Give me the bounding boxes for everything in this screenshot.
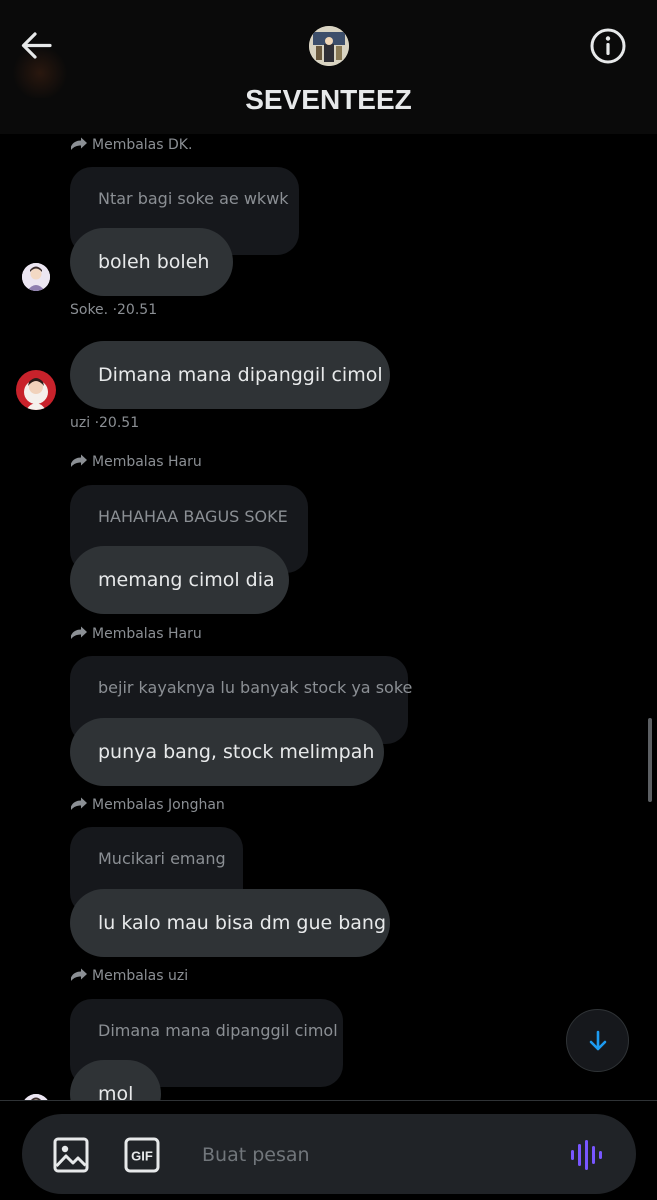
reply-arrow-icon bbox=[71, 454, 87, 467]
sender-avatar-soke[interactable] bbox=[22, 263, 50, 291]
message-meta: Soke. ·20.51 bbox=[70, 302, 157, 318]
reply-indicator: Membalas Jonghan bbox=[70, 797, 225, 813]
quoted-message-text: HAHAHAA BAGUS SOKE bbox=[98, 507, 288, 526]
reply-indicator-text: Membalas Haru bbox=[92, 626, 202, 642]
message-time: ·20.51 bbox=[112, 302, 158, 318]
sender-name: Soke. bbox=[70, 302, 109, 318]
scroll-to-bottom-button[interactable] bbox=[566, 1009, 629, 1072]
conversation-info-button[interactable] bbox=[586, 24, 630, 68]
message-bubble[interactable]: punya bang, stock melimpah bbox=[70, 718, 384, 786]
message-bubble[interactable]: Dimana mana dipanggil cimol bbox=[70, 341, 390, 409]
group-avatar[interactable] bbox=[309, 26, 349, 66]
quoted-message-text: Dimana mana dipanggil cimol bbox=[98, 1021, 338, 1040]
reply-arrow-icon bbox=[71, 626, 87, 639]
add-media-button[interactable] bbox=[52, 1136, 90, 1174]
back-button[interactable] bbox=[16, 26, 56, 66]
sender-avatar-uzi[interactable] bbox=[16, 370, 56, 410]
reply-indicator-text: Membalas DK. bbox=[92, 137, 193, 153]
reply-indicator: Membalas DK. bbox=[70, 137, 192, 153]
reply-indicator-text: Membalas Jonghan bbox=[92, 797, 225, 813]
arrow-down-icon bbox=[589, 1030, 606, 1050]
gif-label: GIF bbox=[131, 1149, 153, 1164]
reply-indicator-text: Membalas uzi bbox=[92, 968, 189, 984]
reply-indicator: Membalas Haru bbox=[70, 626, 202, 642]
message-time: ·20.51 bbox=[94, 415, 140, 431]
scrollbar-thumb[interactable] bbox=[648, 718, 652, 802]
reply-arrow-icon bbox=[71, 797, 87, 810]
message-bubble[interactable]: lu kalo mau bisa dm gue bang bbox=[70, 889, 390, 957]
voice-message-button[interactable] bbox=[568, 1136, 606, 1174]
message-bubble[interactable]: memang cimol dia bbox=[70, 546, 289, 614]
voice-waveform-icon bbox=[571, 1140, 602, 1170]
quoted-message-text: Mucikari emang bbox=[98, 849, 226, 868]
message-thread[interactable]: Membalas DK. Ntar bagi soke ae wkwk bole… bbox=[0, 134, 657, 1100]
reply-indicator: Membalas Haru bbox=[70, 454, 202, 470]
sender-name: uzi bbox=[70, 415, 91, 431]
quoted-message-text: bejir kayaknya lu banyak stock ya soke bbox=[98, 678, 413, 697]
add-gif-button[interactable]: GIF bbox=[124, 1137, 160, 1173]
message-input[interactable] bbox=[200, 1131, 544, 1179]
reply-arrow-icon bbox=[71, 968, 87, 981]
quoted-message-text: Ntar bagi soke ae wkwk bbox=[98, 189, 289, 208]
info-icon bbox=[590, 28, 626, 64]
message-meta: uzi ·20.51 bbox=[70, 415, 139, 431]
reply-arrow-icon bbox=[71, 137, 87, 150]
message-bubble[interactable]: mol bbox=[70, 1060, 161, 1100]
arrow-left-icon bbox=[21, 32, 52, 59]
conversation-title: SEVENTEEZ bbox=[245, 84, 412, 115]
gif-icon: GIF bbox=[124, 1137, 160, 1173]
message-bubble[interactable]: boleh boleh bbox=[70, 228, 233, 296]
conversation-header: SEVENTEEZ bbox=[0, 0, 657, 134]
image-icon bbox=[53, 1137, 89, 1173]
reply-indicator-text: Membalas Haru bbox=[92, 454, 202, 470]
reply-indicator: Membalas uzi bbox=[70, 968, 188, 984]
